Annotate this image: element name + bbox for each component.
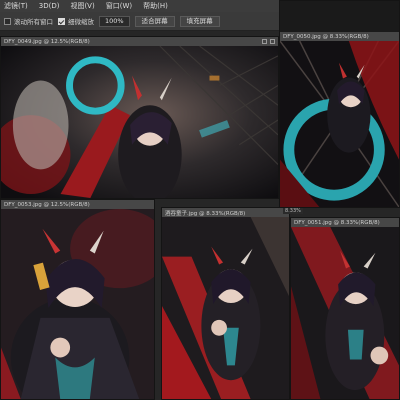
document-window-3[interactable]: DFY_0053.jpg @ 12.5%(RGB/8) <box>0 199 155 400</box>
photo-canvas[interactable] <box>1 209 154 399</box>
window-title: DFY_0049.jpg @ 12.5%(RGB/8) <box>4 38 90 45</box>
photo-canvas[interactable] <box>1 46 278 198</box>
menu-window[interactable]: 窗口(W) <box>106 1 132 11</box>
window-title: 酒吞童子.jpg @ 8.33%(RGB/8) <box>165 210 246 217</box>
scroll-all-windows-option[interactable]: 滚动所有窗口 <box>4 16 53 26</box>
fill-screen-button[interactable]: 填充屏幕 <box>179 15 220 27</box>
zoom-level-field[interactable]: 100% <box>99 15 130 27</box>
scroll-all-label: 滚动所有窗口 <box>14 18 53 26</box>
zoom-status-label: 8.33% <box>283 208 303 214</box>
photo-image <box>1 209 154 399</box>
fit-screen-button[interactable]: 适合屏幕 <box>134 15 175 27</box>
photo-image <box>280 41 399 207</box>
photo-canvas[interactable] <box>291 227 399 399</box>
window-titlebar[interactable]: DFY_0053.jpg @ 12.5%(RGB/8) <box>1 200 154 209</box>
fine-zoom-option[interactable]: 细微缩放 <box>58 16 94 26</box>
window-title: DFY_0050.jpg @ 8.33%(RGB/8) <box>283 33 369 40</box>
menu-3d[interactable]: 3D(D) <box>39 2 60 10</box>
menu-view[interactable]: 视图(V) <box>70 1 94 11</box>
window-titlebar[interactable]: DFY_0051.jpg @ 8.33%(RGB/8) <box>291 218 399 227</box>
window-titlebar[interactable]: 酒吞童子.jpg @ 8.33%(RGB/8) <box>162 208 289 217</box>
window-title: DFY_0053.jpg @ 12.5%(RGB/8) <box>4 201 90 208</box>
fine-zoom-label: 细微缩放 <box>68 18 94 26</box>
document-window-4[interactable]: 酒吞童子.jpg @ 8.33%(RGB/8) <box>161 207 290 400</box>
scroll-all-checkbox[interactable] <box>4 17 11 25</box>
photo-canvas[interactable] <box>162 217 289 399</box>
photo-image <box>1 46 278 198</box>
document-window-5[interactable]: DFY_0051.jpg @ 8.33%(RGB/8) <box>290 217 400 400</box>
document-window-2[interactable]: DFY_0050.jpg @ 8.33%(RGB/8) <box>279 0 400 208</box>
close-icon[interactable] <box>270 39 275 44</box>
menu-filter[interactable]: 滤镜(T) <box>4 1 28 11</box>
document-window-1[interactable]: DFY_0049.jpg @ 12.5%(RGB/8) <box>0 36 279 199</box>
menu-help[interactable]: 帮助(H) <box>143 1 168 11</box>
window-title: DFY_0051.jpg @ 8.33%(RGB/8) <box>294 219 380 226</box>
photo-canvas[interactable] <box>280 41 399 207</box>
photo-image <box>291 227 399 399</box>
photo-image <box>162 217 289 399</box>
fine-zoom-checkbox[interactable] <box>58 17 65 25</box>
window-titlebar[interactable]: DFY_0049.jpg @ 12.5%(RGB/8) <box>1 37 278 46</box>
window-titlebar[interactable]: DFY_0050.jpg @ 8.33%(RGB/8) <box>280 32 399 41</box>
minimize-icon[interactable] <box>262 39 267 44</box>
